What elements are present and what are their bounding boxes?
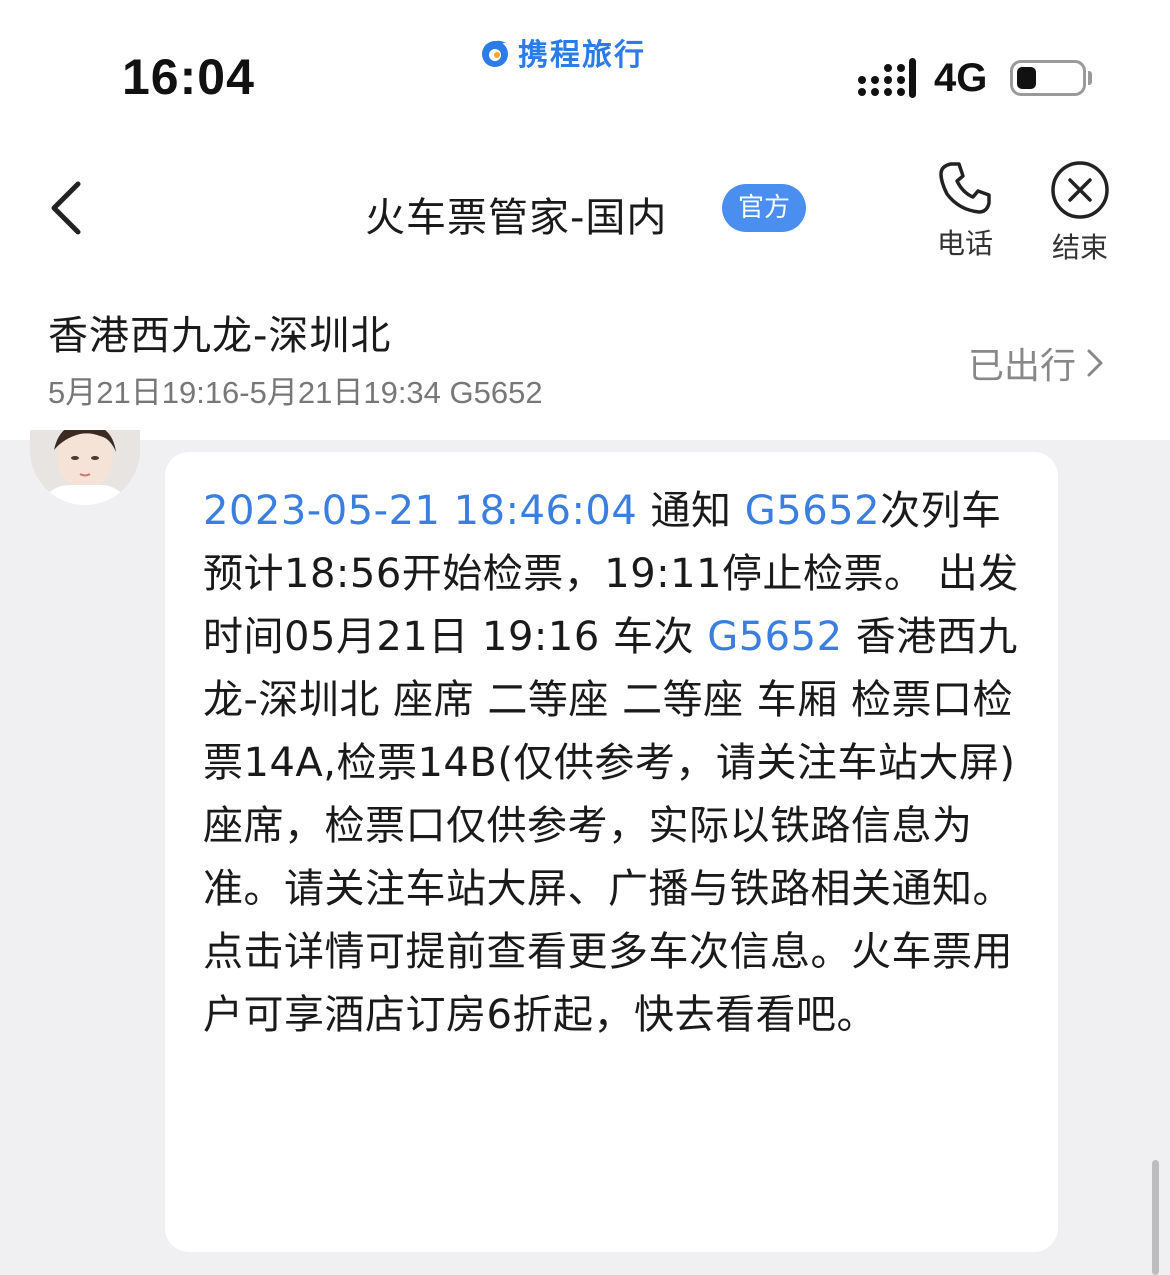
- message-text[interactable]: 2023-05-21 18:46:04 通知 G5652次列车预计18:56开始…: [203, 480, 1020, 1047]
- status-time: 16:04: [122, 49, 255, 105]
- message-timestamp-link[interactable]: 2023-05-21 18:46:04: [203, 488, 637, 534]
- message-text-part: 香港西九龙-深圳北 座席 二等座 二等座 车厢 检票口检票14A,检票14B(仅…: [203, 614, 1018, 1038]
- phone-label: 电话: [936, 227, 993, 260]
- message-bubble[interactable]: 2023-05-21 18:46:04 通知 G5652次列车预计18:56开始…: [165, 452, 1058, 1252]
- brand-name: 携程旅行: [518, 38, 646, 73]
- trip-route: 香港西九龙-深圳北: [48, 313, 392, 359]
- back-chevron-icon[interactable]: [46, 178, 86, 238]
- brand-logo-icon: [482, 40, 508, 67]
- avatar[interactable]: [30, 430, 140, 505]
- train-number-link[interactable]: G5652: [745, 488, 880, 534]
- status-bar: 16:04 携程旅行 4G: [0, 0, 1170, 135]
- battery-cap: [1088, 71, 1092, 85]
- signal-icon: [858, 58, 916, 98]
- end-label: 结束: [1051, 231, 1108, 264]
- trip-summary[interactable]: 香港西九龙-深圳北 5月21日19:16-5月21日19:34 G5652 已出…: [0, 285, 1170, 440]
- network-type: 4G: [934, 56, 988, 100]
- end-button[interactable]: 结束: [1040, 160, 1120, 266]
- battery-fill: [1017, 67, 1036, 89]
- brand: 携程旅行: [478, 30, 646, 74]
- close-circle-icon: [1051, 161, 1109, 219]
- chat-header: 火车票管家-国内 官方 电话 结束: [0, 140, 1170, 280]
- scrollbar[interactable]: [1152, 1160, 1159, 1275]
- official-badge: 官方: [722, 184, 806, 232]
- chat-title: 火车票管家-国内: [365, 195, 668, 241]
- phone-button[interactable]: 电话: [925, 160, 1005, 262]
- chat-area[interactable]: 2023-05-21 18:46:04 通知 G5652次列车预计18:56开始…: [0, 430, 1170, 1275]
- trip-status[interactable]: 已出行: [968, 337, 1104, 389]
- trip-time: 5月21日19:16-5月21日19:34 G5652: [48, 375, 543, 410]
- battery-icon: [1010, 60, 1086, 96]
- chevron-right-icon: [1087, 349, 1103, 377]
- phone-icon: [939, 162, 991, 214]
- trip-status-label: 已出行: [968, 346, 1077, 387]
- message-text-part: 通知: [637, 488, 745, 534]
- train-number-link[interactable]: G5652: [707, 614, 842, 660]
